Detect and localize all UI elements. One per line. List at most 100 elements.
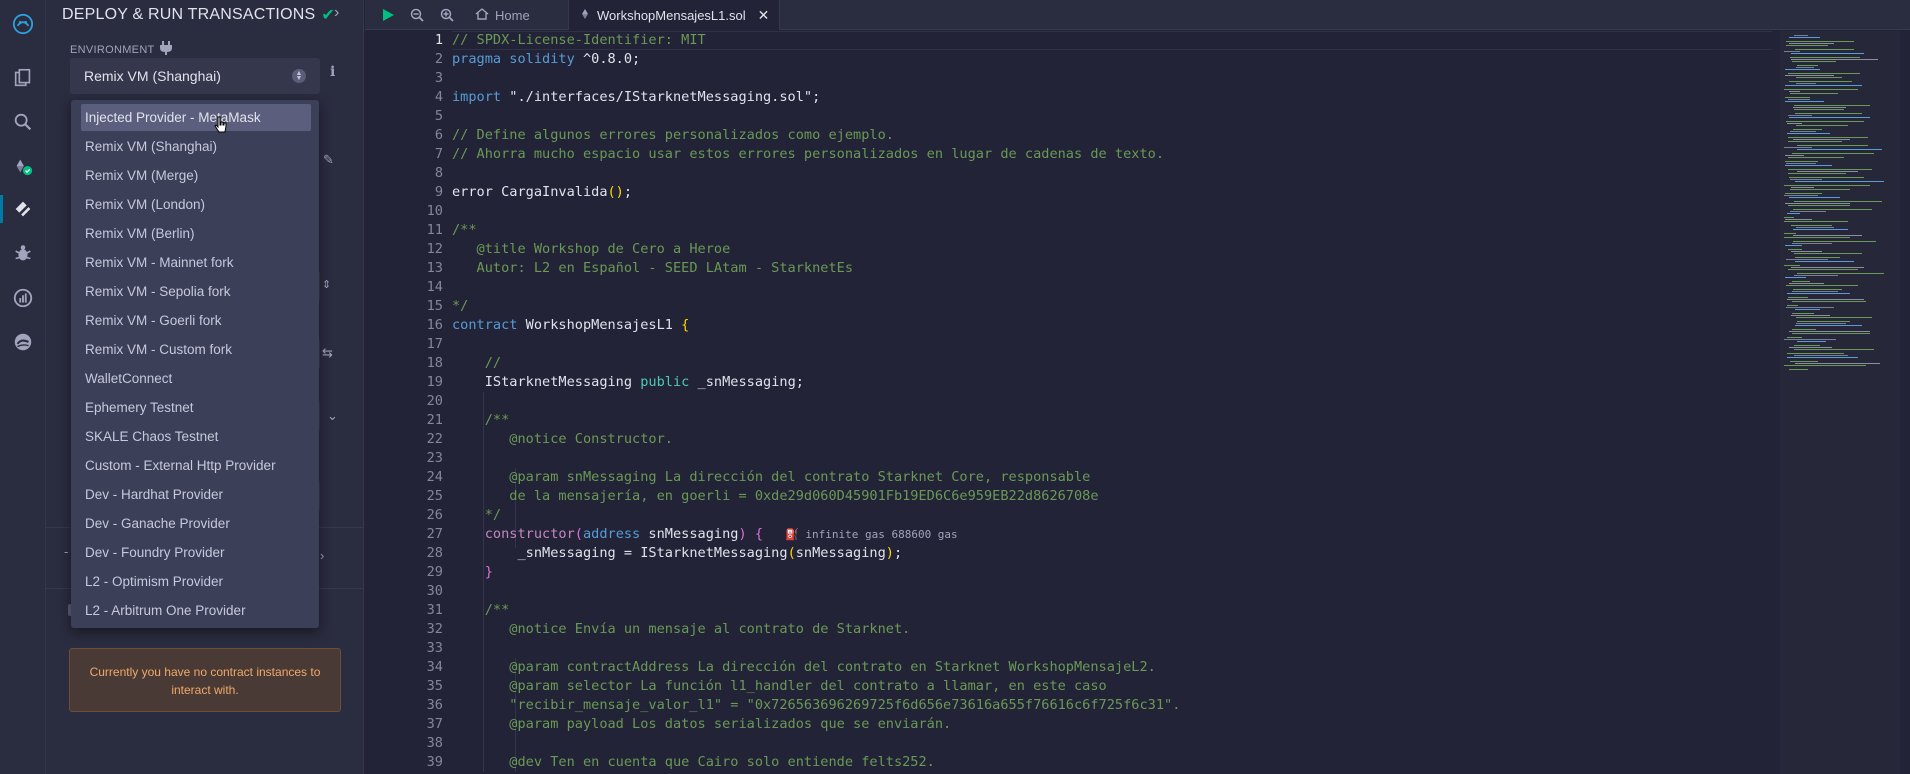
minimap-line bbox=[1792, 313, 1814, 314]
code-token: { bbox=[746, 526, 764, 542]
file-explorer-icon[interactable] bbox=[0, 60, 46, 96]
zoom-in-icon[interactable] bbox=[435, 0, 459, 30]
code-token: @param selector La función l1_handler de… bbox=[452, 678, 1107, 694]
debugger-icon[interactable] bbox=[0, 235, 46, 271]
dropdown-option[interactable]: Remix VM (Berlin) bbox=[81, 220, 311, 247]
code-token: pragma solidity bbox=[452, 51, 575, 67]
code-line-27: constructor(address snMessaging) {⛽ infi… bbox=[452, 525, 958, 544]
minimap-line bbox=[1789, 117, 1870, 118]
line-number: 13 bbox=[426, 260, 443, 276]
minimap-line bbox=[1796, 67, 1814, 68]
line-number: 30 bbox=[426, 583, 443, 599]
dropdown-option[interactable]: Remix VM (Merge) bbox=[81, 162, 311, 189]
minimap-line bbox=[1790, 131, 1816, 132]
code-token: address bbox=[582, 526, 641, 542]
code-line-37: @param payload Los datos serializados qu… bbox=[452, 715, 951, 734]
dropdown-option[interactable]: L2 - Arbitrum One Provider bbox=[81, 597, 311, 624]
code-minimap[interactable] bbox=[1780, 31, 1900, 774]
minimap-line bbox=[1786, 259, 1828, 260]
minimap-line bbox=[1788, 205, 1850, 206]
code-token: () bbox=[607, 184, 624, 200]
minimap-line bbox=[1786, 285, 1858, 286]
minimap-line bbox=[1791, 225, 1832, 226]
run-icon[interactable] bbox=[375, 0, 401, 30]
minimap-line bbox=[1793, 129, 1822, 130]
search-icon[interactable] bbox=[0, 104, 46, 140]
starknet-icon[interactable] bbox=[0, 324, 46, 360]
solidity-compiler-icon[interactable] bbox=[0, 148, 46, 184]
panel-title: DEPLOY & RUN TRANSACTIONS ✔ bbox=[62, 5, 335, 25]
dropdown-option[interactable]: L2 - Optimism Provider bbox=[81, 568, 311, 595]
line-number: 22 bbox=[426, 431, 443, 447]
unit-arrows-icon[interactable]: ⇆ bbox=[322, 345, 333, 361]
zoom-out-icon[interactable] bbox=[405, 0, 429, 30]
line-number: 9 bbox=[434, 184, 443, 200]
chevron-down-icon[interactable]: ⌄ bbox=[327, 408, 338, 424]
close-icon[interactable]: ✕ bbox=[758, 7, 770, 24]
dropdown-option[interactable]: Remix VM - Sepolia fork bbox=[81, 278, 311, 305]
minimap-line bbox=[1785, 165, 1832, 166]
minimap-line bbox=[1796, 227, 1834, 228]
minimap-line bbox=[1791, 53, 1864, 54]
dropdown-option[interactable]: Remix VM (London) bbox=[81, 191, 311, 218]
code-token: ) bbox=[738, 526, 747, 542]
minimap-line bbox=[1797, 341, 1826, 342]
dropdown-option[interactable]: Remix VM - Goerli fork bbox=[81, 307, 311, 334]
tab-home-label: Home bbox=[495, 7, 530, 23]
minimap-line bbox=[1784, 89, 1858, 90]
code-token: @param snMessaging La dirección del cont… bbox=[452, 469, 1091, 485]
dropdown-option[interactable]: Injected Provider - MetaMask bbox=[81, 104, 311, 131]
dropdown-option[interactable]: Dev - Ganache Provider bbox=[81, 510, 311, 537]
analytics-icon[interactable] bbox=[0, 280, 46, 316]
dropdown-option[interactable]: SKALE Chaos Testnet bbox=[81, 423, 311, 450]
minimap-line bbox=[1790, 189, 1850, 190]
chevron-right-icon[interactable]: › bbox=[334, 4, 339, 22]
code-token: Autor: L2 en Español - SEED LAtam - Star… bbox=[452, 260, 854, 276]
dropdown-option[interactable]: Remix VM - Mainnet fork bbox=[81, 249, 311, 276]
line-number: 21 bbox=[426, 412, 443, 428]
minimap-line bbox=[1784, 221, 1848, 222]
minimap-line bbox=[1786, 45, 1828, 46]
minimap-line bbox=[1794, 345, 1820, 346]
edit-icon[interactable]: ✎ bbox=[323, 152, 334, 168]
dropdown-option[interactable]: Dev - Hardhat Provider bbox=[81, 481, 311, 508]
minimap-line bbox=[1785, 75, 1834, 76]
tab-file[interactable]: WorkshopMensajesL1.sol ✕ bbox=[568, 0, 781, 30]
minimap-line bbox=[1791, 315, 1830, 316]
minimap-line bbox=[1785, 85, 1862, 86]
dropdown-option[interactable]: WalletConnect bbox=[81, 365, 311, 392]
minimap-line bbox=[1790, 57, 1860, 58]
dropdown-option[interactable]: Remix VM - Custom fork bbox=[81, 336, 311, 363]
minimap-line bbox=[1796, 83, 1816, 84]
code-token: constructor bbox=[452, 526, 575, 542]
deploy-run-icon[interactable] bbox=[0, 191, 46, 227]
dropdown-option[interactable]: Remix VM (Shanghai) bbox=[81, 133, 311, 160]
minimap-line bbox=[1788, 249, 1802, 250]
code-line-13: Autor: L2 en Español - SEED LAtam - Star… bbox=[452, 259, 853, 278]
chevron-right-icon[interactable]: › bbox=[320, 548, 324, 563]
remix-logo-icon[interactable] bbox=[0, 4, 46, 44]
line-number: 18 bbox=[426, 355, 443, 371]
code-token: @notice Constructor. bbox=[452, 431, 673, 447]
code-token: @title Workshop de Cero a Heroe bbox=[452, 241, 731, 257]
environment-select[interactable]: Remix VM (Shanghai) ▲ ▼ bbox=[70, 58, 320, 94]
dropdown-option[interactable]: Dev - Foundry Provider bbox=[81, 539, 311, 566]
minimap-line bbox=[1794, 35, 1808, 36]
dropdown-option[interactable]: Ephemery Testnet bbox=[81, 394, 311, 421]
editor-scrollbar[interactable] bbox=[1900, 31, 1910, 774]
spinner-arrows-icon[interactable]: ⇕ bbox=[322, 278, 331, 291]
line-number: 3 bbox=[434, 70, 443, 86]
tab-file-label: WorkshopMensajesL1.sol bbox=[597, 7, 746, 23]
code-token: /** bbox=[452, 602, 510, 618]
minimap-line bbox=[1788, 297, 1808, 298]
tab-home[interactable]: Home bbox=[465, 0, 540, 30]
code-editor[interactable]: 1 2 3 4 5 6 7 8 9 10 11 12 13 14 15 16 17 18 19 20 21 22 23 24 2… bbox=[365, 31, 1780, 774]
dropdown-option[interactable]: Custom - External Http Provider bbox=[81, 452, 311, 479]
info-icon[interactable]: i bbox=[330, 64, 335, 80]
minimap-line bbox=[1787, 305, 1798, 306]
minimap-line bbox=[1787, 293, 1850, 294]
code-token: @dev Ten en cuenta que Cairo solo entien… bbox=[452, 754, 935, 770]
code-token: @param payload Los datos serializados qu… bbox=[452, 716, 952, 732]
line-number: 10 bbox=[426, 203, 443, 219]
code-line-18: // bbox=[452, 354, 501, 373]
